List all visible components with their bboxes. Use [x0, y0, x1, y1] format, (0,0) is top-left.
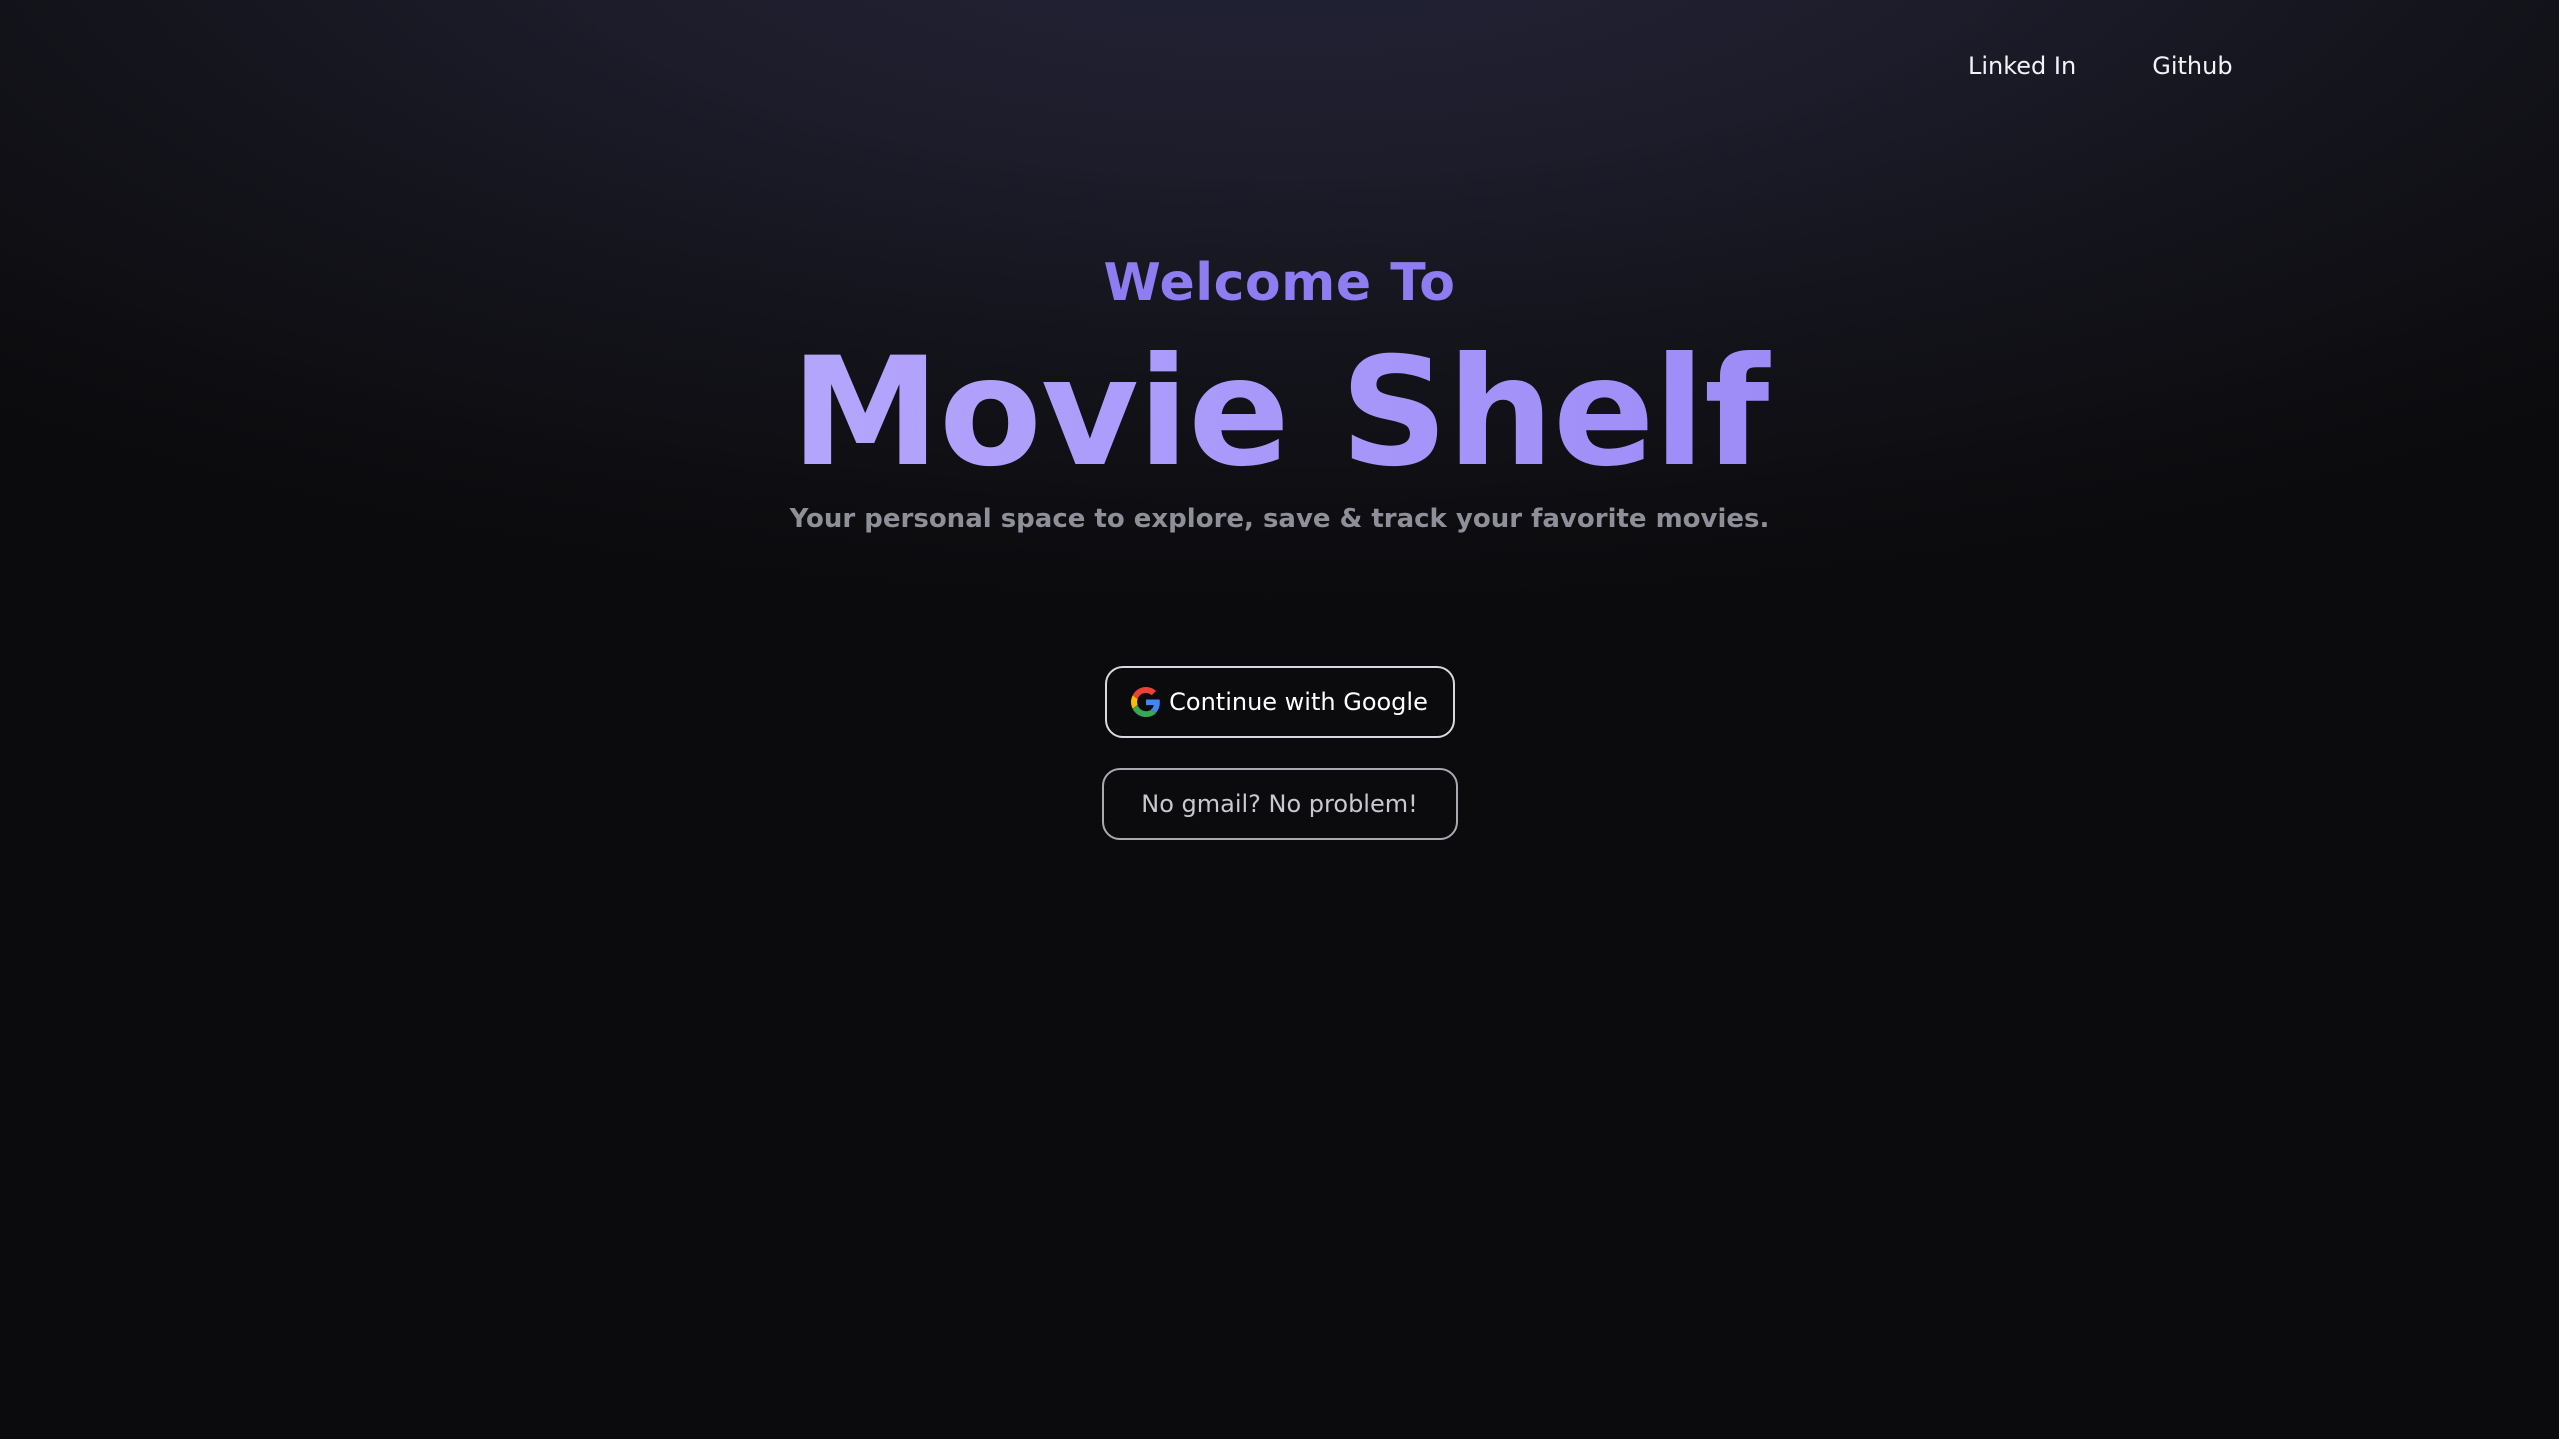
guest-login-label: No gmail? No problem! [1141, 790, 1418, 818]
guest-login-button[interactable]: No gmail? No problem! [1101, 768, 1458, 840]
continue-with-google-button[interactable]: Continue with Google [1104, 666, 1455, 738]
google-icon [1131, 687, 1161, 717]
auth-buttons: Continue with Google No gmail? No proble… [0, 666, 2559, 840]
app-title: Movie Shelf [0, 328, 2559, 498]
linkedin-link[interactable]: Linked In [1930, 42, 2114, 90]
top-nav: Linked In Github [1930, 42, 2271, 90]
landing-page: Linked In Github Welcome To Movie Shelf … [0, 0, 2559, 1439]
tagline: Your personal space to explore, save & t… [789, 504, 1770, 534]
continue-with-google-label: Continue with Google [1169, 688, 1428, 716]
github-link[interactable]: Github [2114, 42, 2270, 90]
hero-section: Welcome To Movie Shelf Your personal spa… [0, 246, 2559, 534]
welcome-heading: Welcome To [1103, 253, 1456, 313]
